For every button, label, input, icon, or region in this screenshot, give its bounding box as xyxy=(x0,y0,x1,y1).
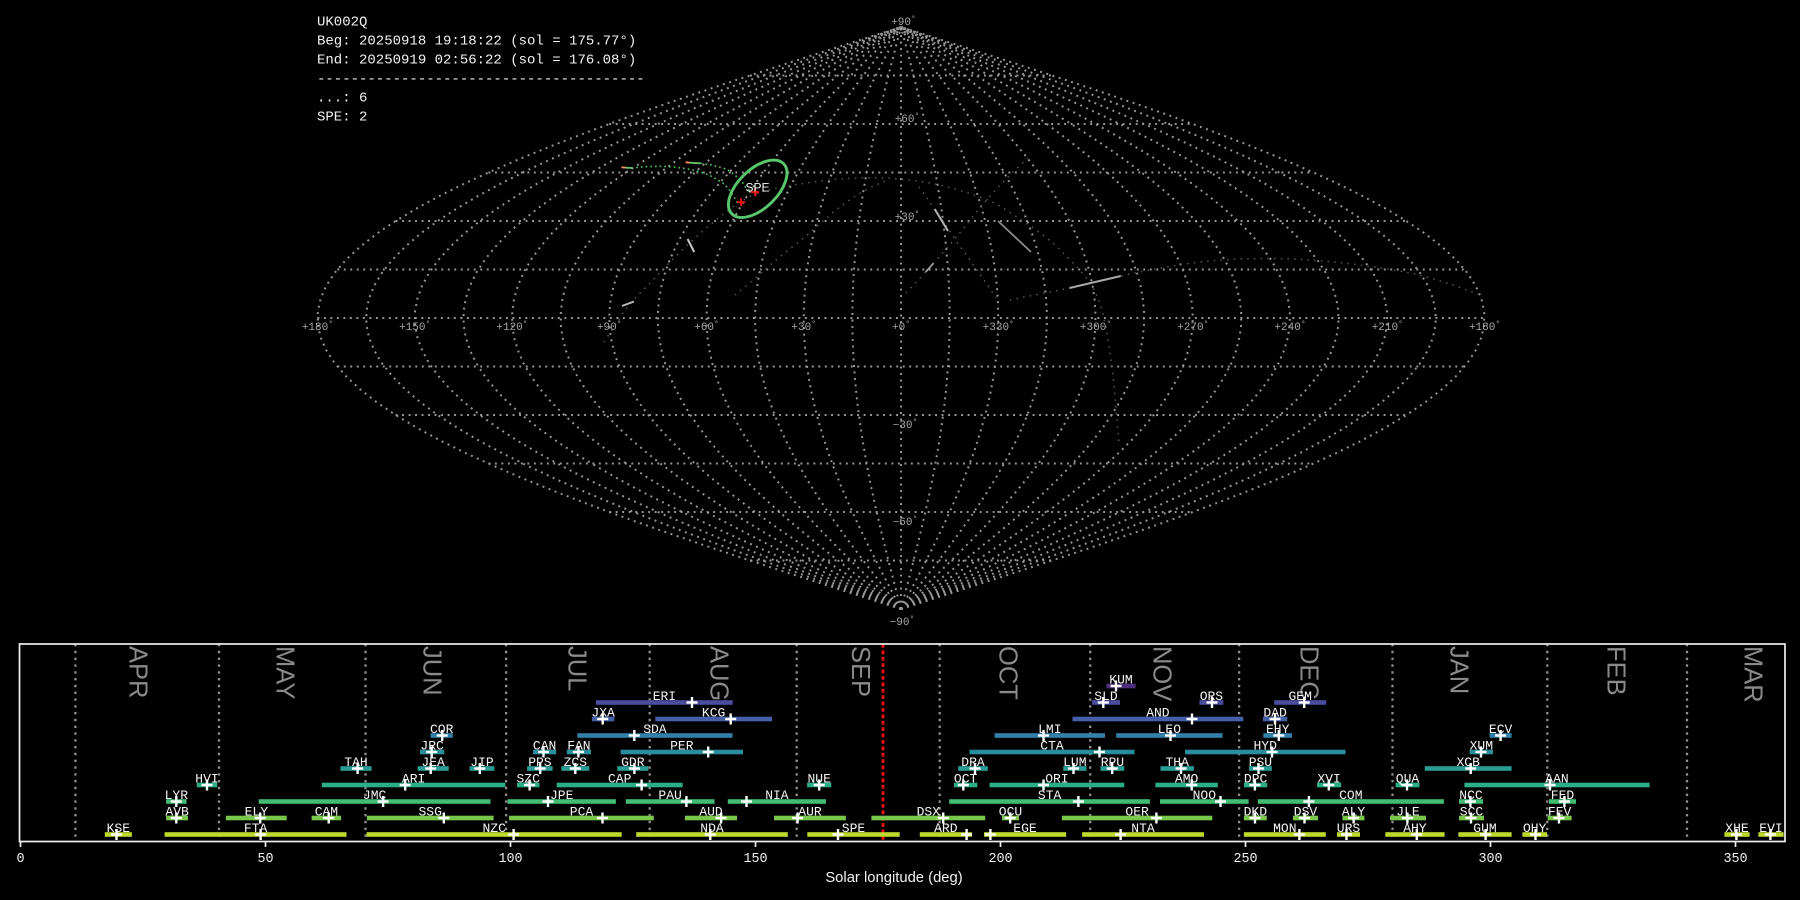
svg-text:SPE: SPE xyxy=(745,181,769,195)
svg-text:JUN: JUN xyxy=(418,646,446,696)
svg-text:OCT: OCT xyxy=(994,646,1022,700)
svg-text:------------------------------: --------------------------------------- xyxy=(317,72,645,88)
svg-text:UK002Q: UK002Q xyxy=(317,15,367,31)
svg-text:SPE: SPE xyxy=(842,821,866,836)
svg-text:100: 100 xyxy=(498,852,522,867)
svg-text:ARD: ARD xyxy=(934,821,958,836)
svg-text:FEB: FEB xyxy=(1602,646,1630,696)
svg-text:NTA: NTA xyxy=(1131,821,1155,836)
svg-text:AUG: AUG xyxy=(705,646,733,701)
svg-text:MAR: MAR xyxy=(1739,646,1767,703)
svg-text:CAP: CAP xyxy=(608,771,632,786)
svg-text:AND: AND xyxy=(1146,705,1170,720)
svg-text:300: 300 xyxy=(1478,852,1502,867)
svg-text:COM: COM xyxy=(1339,788,1362,803)
svg-text:End: 20250919 02:56:22 (sol =: End: 20250919 02:56:22 (sol = 176.08°) xyxy=(317,53,636,69)
svg-text:JUL: JUL xyxy=(563,646,591,691)
svg-text:NOV: NOV xyxy=(1148,646,1176,701)
svg-text:50: 50 xyxy=(257,852,273,867)
svg-text:350: 350 xyxy=(1723,852,1747,867)
svg-text:NIA: NIA xyxy=(765,788,789,803)
svg-text:DSX: DSX xyxy=(917,804,941,819)
svg-text:150: 150 xyxy=(743,852,767,867)
svg-text:MON: MON xyxy=(1273,821,1296,836)
svg-text:APR: APR xyxy=(124,646,152,698)
svg-text:STA: STA xyxy=(1038,788,1062,803)
svg-text:SPE: 2: SPE: 2 xyxy=(317,110,367,126)
svg-text:JAN: JAN xyxy=(1445,646,1473,694)
svg-text:Beg: 20250918 19:18:22 (sol =: Beg: 20250918 19:18:22 (sol = 175.77°) xyxy=(317,34,636,50)
svg-text:NOO: NOO xyxy=(1193,788,1217,803)
svg-text:PER: PER xyxy=(670,738,694,753)
svg-text:SEP: SEP xyxy=(846,646,874,697)
svg-text:PCA: PCA xyxy=(570,804,594,819)
svg-text:EGE: EGE xyxy=(1013,821,1037,836)
svg-text:MAY: MAY xyxy=(271,646,299,699)
svg-text:OER: OER xyxy=(1125,804,1149,819)
svg-text:...: 6: ...: 6 xyxy=(317,91,367,107)
svg-text:Solar longitude (deg): Solar longitude (deg) xyxy=(825,870,962,886)
svg-text:NZC: NZC xyxy=(482,821,506,836)
svg-text:SDA: SDA xyxy=(643,722,667,737)
svg-text:JPE: JPE xyxy=(550,788,574,803)
svg-text:KCG: KCG xyxy=(702,705,725,720)
svg-text:250: 250 xyxy=(1233,852,1257,867)
svg-text:PAU: PAU xyxy=(658,788,681,803)
svg-text:ERI: ERI xyxy=(653,689,676,704)
svg-text:0: 0 xyxy=(16,852,24,867)
svg-text:200: 200 xyxy=(988,852,1012,867)
